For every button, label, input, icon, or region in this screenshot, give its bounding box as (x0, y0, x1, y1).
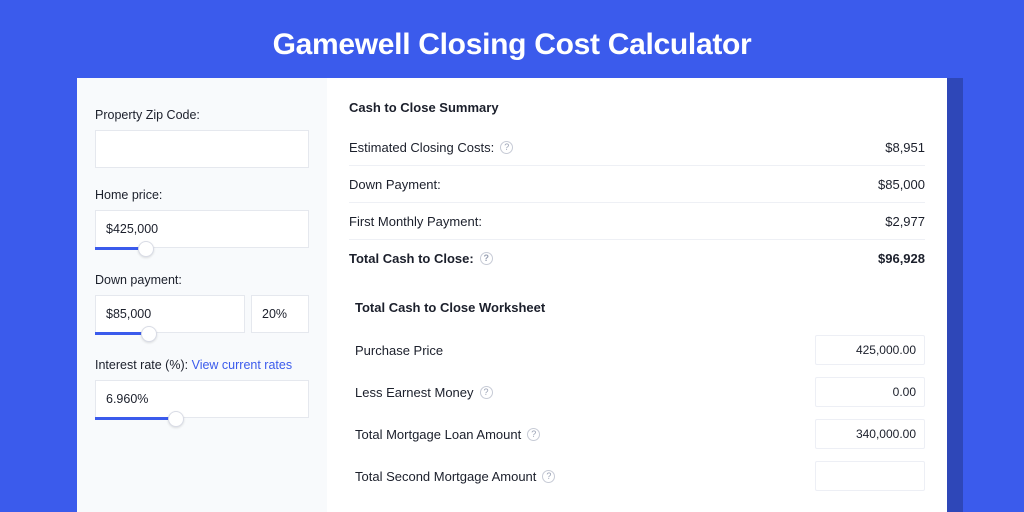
worksheet-label: Total Mortgage Loan Amount (355, 427, 521, 442)
worksheet-row-purchase-price: Purchase Price (349, 329, 925, 371)
down-payment-slider[interactable] (95, 332, 309, 338)
interest-rate-slider-fill (95, 417, 176, 420)
interest-rate-label-row: Interest rate (%): View current rates (95, 358, 309, 372)
summary-row-down-payment: Down Payment: $85,000 (349, 166, 925, 202)
help-icon[interactable]: ? (480, 252, 493, 265)
summary-total-value: $96,928 (878, 251, 925, 266)
summary-row-total: Total Cash to Close: ? $96,928 (349, 240, 925, 276)
summary-label: First Monthly Payment: (349, 214, 482, 229)
help-icon[interactable]: ? (500, 141, 513, 154)
home-price-field-block: Home price: (95, 188, 309, 253)
home-price-slider-wrap (95, 210, 309, 253)
page-title: Gamewell Closing Cost Calculator (0, 0, 1024, 78)
summary-value: $8,951 (885, 140, 925, 155)
home-price-label: Home price: (95, 188, 309, 202)
worksheet-input-mortgage-amount[interactable] (815, 419, 925, 449)
worksheet-row-mortgage-amount: Total Mortgage Loan Amount ? (349, 413, 925, 455)
interest-rate-field-block: Interest rate (%): View current rates (95, 358, 309, 423)
interest-rate-input[interactable] (95, 380, 309, 418)
view-current-rates-link[interactable]: View current rates (192, 358, 293, 372)
zip-label: Property Zip Code: (95, 108, 309, 122)
down-payment-label: Down payment: (95, 273, 309, 287)
worksheet-label: Purchase Price (355, 343, 443, 358)
home-price-slider-thumb[interactable] (138, 241, 154, 257)
help-icon[interactable]: ? (542, 470, 555, 483)
worksheet-input-second-mortgage[interactable] (815, 461, 925, 491)
zip-field-block: Property Zip Code: (95, 108, 309, 168)
summary-row-closing-costs: Estimated Closing Costs: ? $8,951 (349, 129, 925, 165)
worksheet-label: Less Earnest Money (355, 385, 474, 400)
home-price-slider[interactable] (95, 247, 309, 253)
worksheet-input-purchase-price[interactable] (815, 335, 925, 365)
calculator-card: Property Zip Code: Home price: Down paym… (77, 78, 947, 512)
summary-value: $85,000 (878, 177, 925, 192)
summary-label: Down Payment: (349, 177, 441, 192)
worksheet-label: Total Second Mortgage Amount (355, 469, 536, 484)
interest-rate-label: Interest rate (%): (95, 358, 188, 372)
worksheet-row-earnest-money: Less Earnest Money ? (349, 371, 925, 413)
summary-title: Cash to Close Summary (349, 100, 925, 115)
summary-value: $2,977 (885, 214, 925, 229)
summary-total-label: Total Cash to Close: (349, 251, 474, 266)
worksheet-title: Total Cash to Close Worksheet (349, 300, 925, 315)
summary-row-first-monthly: First Monthly Payment: $2,977 (349, 203, 925, 239)
zip-input[interactable] (95, 130, 309, 168)
interest-rate-slider-thumb[interactable] (168, 411, 184, 427)
interest-rate-slider-wrap (95, 380, 309, 423)
calculator-shell: Property Zip Code: Home price: Down paym… (77, 78, 947, 512)
help-icon[interactable]: ? (527, 428, 540, 441)
help-icon[interactable]: ? (480, 386, 493, 399)
interest-rate-slider[interactable] (95, 417, 309, 423)
down-payment-slider-wrap (95, 295, 309, 338)
results-main: Cash to Close Summary Estimated Closing … (327, 78, 947, 512)
worksheet-input-earnest-money[interactable] (815, 377, 925, 407)
inputs-sidebar: Property Zip Code: Home price: Down paym… (77, 78, 327, 512)
worksheet-section: Total Cash to Close Worksheet Purchase P… (349, 286, 925, 497)
down-payment-percent-input[interactable] (251, 295, 309, 333)
home-price-input[interactable] (95, 210, 309, 248)
down-payment-field-block: Down payment: (95, 273, 309, 338)
worksheet-row-second-mortgage: Total Second Mortgage Amount ? (349, 455, 925, 497)
down-payment-input[interactable] (95, 295, 245, 333)
down-payment-slider-thumb[interactable] (141, 326, 157, 342)
summary-label: Estimated Closing Costs: (349, 140, 494, 155)
